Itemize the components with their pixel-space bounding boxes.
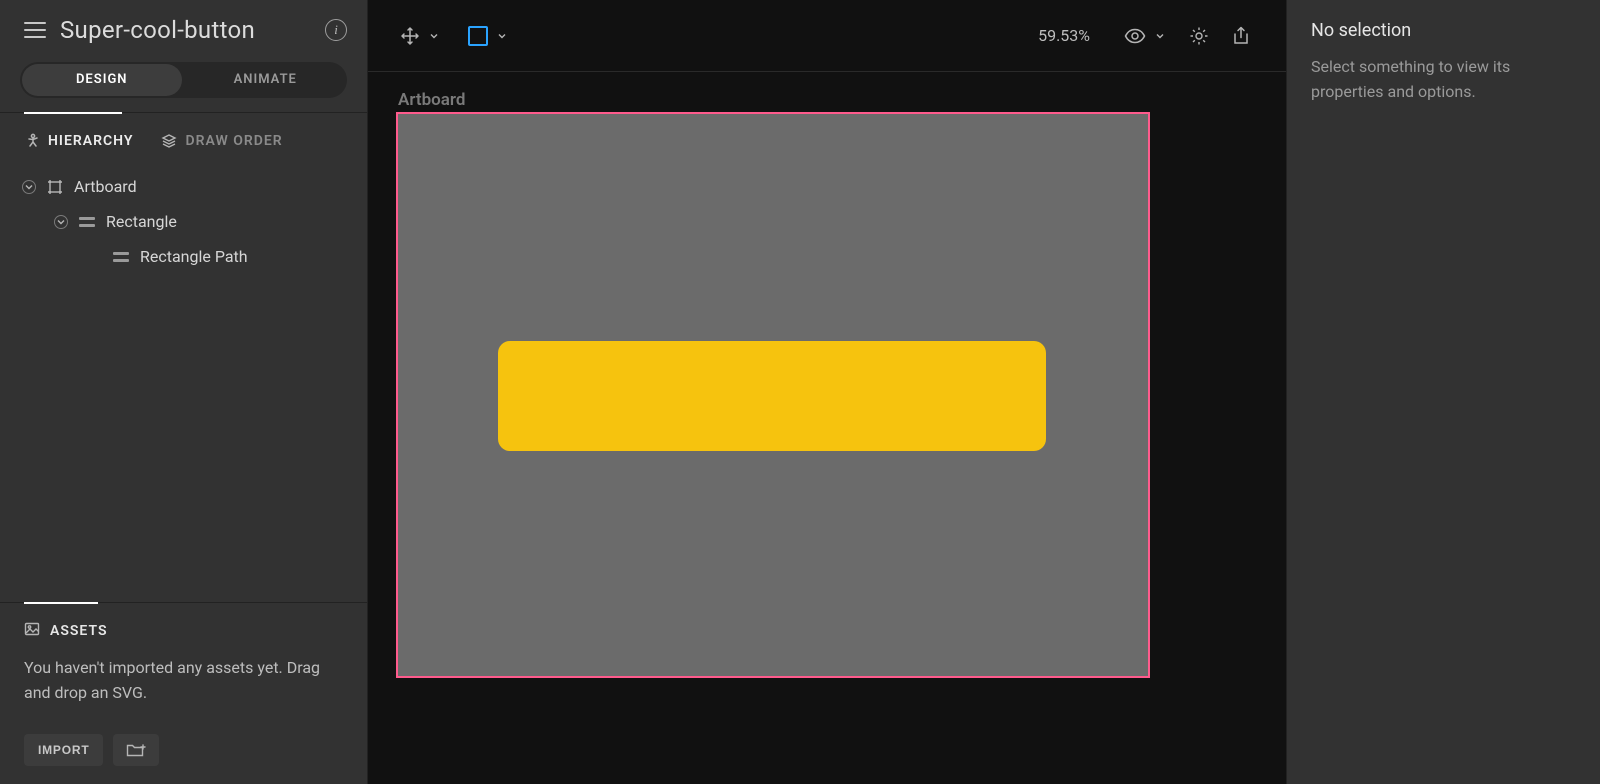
tab-hierarchy-label: HIERARCHY bbox=[48, 133, 133, 149]
panel-tabs: HIERARCHY DRAW ORDER bbox=[0, 113, 367, 157]
left-panel-header: Super-cool-button i bbox=[0, 0, 367, 56]
shape-tool-dropdown[interactable] bbox=[496, 22, 508, 50]
gear-icon bbox=[1189, 26, 1209, 46]
toolbar: 59.53% bbox=[368, 0, 1286, 72]
tab-design[interactable]: DESIGN bbox=[22, 64, 182, 96]
move-tool-group bbox=[396, 22, 440, 50]
shape-icon bbox=[78, 217, 96, 227]
assets-header[interactable]: ASSETS bbox=[24, 621, 343, 641]
move-tool-dropdown[interactable] bbox=[428, 22, 440, 50]
file-title: Super-cool-button bbox=[60, 16, 311, 44]
tab-draw-order[interactable]: DRAW ORDER bbox=[161, 133, 282, 149]
zoom-level[interactable]: 59.53% bbox=[1038, 26, 1090, 45]
image-icon bbox=[24, 621, 40, 641]
eye-icon bbox=[1124, 28, 1146, 44]
move-tool[interactable] bbox=[396, 22, 424, 50]
new-folder-button[interactable] bbox=[113, 734, 159, 766]
folder-plus-icon bbox=[126, 742, 146, 758]
hierarchy-section: HIERARCHY DRAW ORDER bbox=[0, 113, 367, 602]
import-button[interactable]: IMPORT bbox=[24, 734, 103, 766]
shape-tool-group bbox=[464, 22, 508, 50]
rectangle-icon bbox=[468, 26, 488, 46]
artboard-icon bbox=[46, 179, 64, 195]
chevron-down-icon bbox=[498, 32, 506, 40]
assets-title: ASSETS bbox=[50, 623, 108, 639]
artboard-label[interactable]: Artboard bbox=[398, 90, 1256, 110]
assets-empty-message: You haven't imported any assets yet. Dra… bbox=[24, 655, 343, 706]
visibility-button[interactable] bbox=[1120, 21, 1150, 51]
tab-draw-order-label: DRAW ORDER bbox=[185, 133, 282, 149]
mode-switch: DESIGN ANIMATE bbox=[20, 62, 347, 98]
share-button[interactable] bbox=[1226, 21, 1256, 51]
tree-node-artboard[interactable]: Artboard bbox=[12, 169, 357, 204]
canvas-viewport[interactable]: Artboard bbox=[368, 72, 1286, 784]
path-icon bbox=[112, 252, 130, 262]
chevron-down-icon[interactable] bbox=[22, 180, 36, 194]
tree-node-rectangle-path[interactable]: Rectangle Path bbox=[12, 239, 357, 274]
info-icon[interactable]: i bbox=[325, 19, 347, 41]
visibility-dropdown[interactable] bbox=[1154, 22, 1166, 50]
inspector-panel: No selection Select something to view it… bbox=[1286, 0, 1600, 784]
hierarchy-tree: Artboard Rectangle Rectangle Path bbox=[0, 157, 367, 284]
active-tab-indicator bbox=[24, 112, 122, 114]
artboard[interactable] bbox=[398, 114, 1148, 676]
chevron-down-icon bbox=[1156, 32, 1164, 40]
tree-node-label: Rectangle Path bbox=[140, 247, 248, 266]
layers-icon bbox=[161, 133, 177, 149]
chevron-down-icon bbox=[430, 32, 438, 40]
rectangle-tool[interactable] bbox=[464, 22, 492, 50]
canvas-area: 59.53% Artboard bbox=[368, 0, 1286, 784]
tree-node-label: Artboard bbox=[74, 177, 137, 196]
menu-icon[interactable] bbox=[24, 22, 46, 38]
share-icon bbox=[1232, 26, 1250, 46]
inspector-title: No selection bbox=[1311, 20, 1576, 41]
chevron-down-icon[interactable] bbox=[54, 215, 68, 229]
settings-button[interactable] bbox=[1184, 21, 1214, 51]
rectangle-shape[interactable] bbox=[498, 341, 1046, 451]
assets-section: ASSETS You haven't imported any assets y… bbox=[0, 602, 367, 718]
hierarchy-icon bbox=[24, 133, 40, 149]
move-icon bbox=[400, 26, 420, 46]
assets-actions: IMPORT bbox=[0, 718, 367, 784]
left-panel: Super-cool-button i DESIGN ANIMATE HIERA… bbox=[0, 0, 368, 784]
tree-node-label: Rectangle bbox=[106, 212, 177, 231]
view-group bbox=[1114, 21, 1166, 51]
active-tab-indicator bbox=[24, 602, 98, 604]
inspector-message: Select something to view its properties … bbox=[1311, 55, 1576, 105]
tab-hierarchy[interactable]: HIERARCHY bbox=[24, 133, 133, 149]
tree-node-rectangle[interactable]: Rectangle bbox=[12, 204, 357, 239]
tab-animate[interactable]: ANIMATE bbox=[186, 64, 346, 96]
